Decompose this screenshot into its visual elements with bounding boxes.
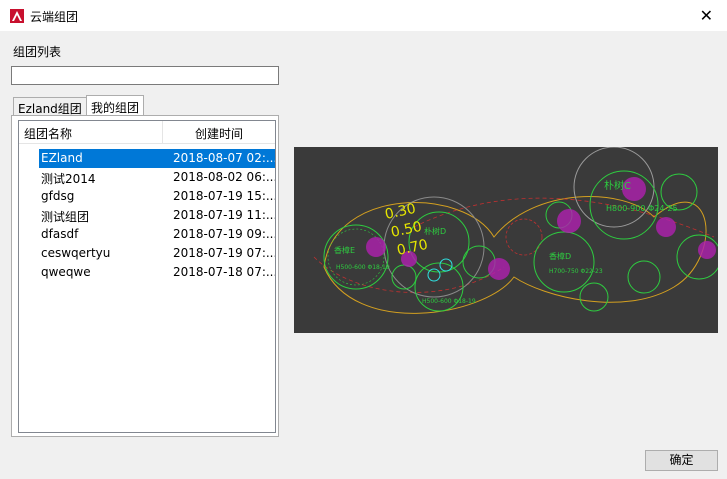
table-row[interactable]: qweqwe 2018-07-18 07:... bbox=[19, 263, 275, 282]
ok-button[interactable]: 确定 bbox=[645, 450, 718, 471]
row-time: 2018-07-19 15:... bbox=[173, 189, 275, 203]
column-header-name[interactable]: 组团名称 bbox=[19, 121, 163, 143]
row-name: ceswqertyu bbox=[41, 246, 111, 260]
row-time: 2018-08-02 06:... bbox=[173, 170, 275, 184]
row-time: 2018-07-19 11:... bbox=[173, 208, 275, 222]
group-preview-image: 0.30 0.50 0.70 香樟E 朴树D 朴树C 香樟D H500-600 … bbox=[294, 147, 718, 333]
table-row[interactable]: dfasdf 2018-07-19 09:... bbox=[19, 225, 275, 244]
row-time: 2018-07-19 07:... bbox=[173, 246, 275, 260]
column-header-created-time[interactable]: 创建时间 bbox=[163, 121, 275, 147]
tree-label: 香樟E bbox=[334, 245, 355, 255]
row-name: qweqwe bbox=[41, 265, 91, 279]
tab-ezland-groups[interactable]: Ezland组团 bbox=[13, 97, 87, 116]
tab-my-groups[interactable]: 我的组团 bbox=[86, 95, 145, 115]
autocad-app-icon bbox=[10, 9, 24, 23]
cad-drawing: 0.30 0.50 0.70 香樟E 朴树D 朴树C 香樟D H500-600 … bbox=[313, 147, 718, 314]
spec-label: H700-750 Φ22-23 bbox=[549, 268, 603, 275]
row-name: 测试2014 bbox=[41, 172, 96, 186]
row-name: 测试组团 bbox=[41, 210, 90, 224]
tree-label: 朴树D bbox=[424, 226, 446, 236]
table-row[interactable]: 测试组团 2018-07-19 11:... bbox=[19, 206, 275, 225]
row-name: EZland bbox=[39, 149, 163, 168]
tree-label: 香樟D bbox=[549, 251, 571, 261]
row-name: dfasdf bbox=[41, 227, 79, 241]
spec-label: H500-600 Φ18-19 bbox=[422, 298, 476, 305]
list-header: 组团名称 创建时间 bbox=[19, 121, 275, 144]
row-name: gfdsg bbox=[41, 189, 75, 203]
table-row[interactable]: EZland 2018-08-07 02:... bbox=[19, 149, 275, 168]
row-time: 2018-07-19 09:... bbox=[173, 227, 275, 241]
spec-label: H500-600 Φ18-19 bbox=[336, 264, 390, 271]
title-bar: 云端组团 ✕ bbox=[0, 0, 727, 31]
close-icon[interactable]: ✕ bbox=[700, 6, 713, 25]
group-list-view[interactable]: 组团名称 创建时间 EZland 2018-08-07 02:... 测试201… bbox=[18, 120, 276, 433]
table-row[interactable]: gfdsg 2018-07-19 15:... bbox=[19, 187, 275, 206]
table-row[interactable]: 测试2014 2018-08-02 06:... bbox=[19, 168, 275, 187]
group-search-input[interactable] bbox=[11, 66, 279, 85]
dim-label: 0.70 bbox=[396, 237, 430, 259]
window-title: 云端组团 bbox=[30, 10, 79, 24]
row-time: 2018-07-18 07:... bbox=[173, 265, 275, 279]
tree-label: 朴树C bbox=[604, 179, 631, 192]
table-row[interactable]: ceswqertyu 2018-07-19 07:... bbox=[19, 244, 275, 263]
row-time: 2018-08-07 02:... bbox=[163, 149, 275, 168]
tab-panel: 组团名称 创建时间 EZland 2018-08-07 02:... 测试201… bbox=[11, 115, 279, 437]
group-list-label: 组团列表 bbox=[13, 45, 62, 59]
spec-label: H800-900 Φ24-25 bbox=[606, 204, 678, 213]
